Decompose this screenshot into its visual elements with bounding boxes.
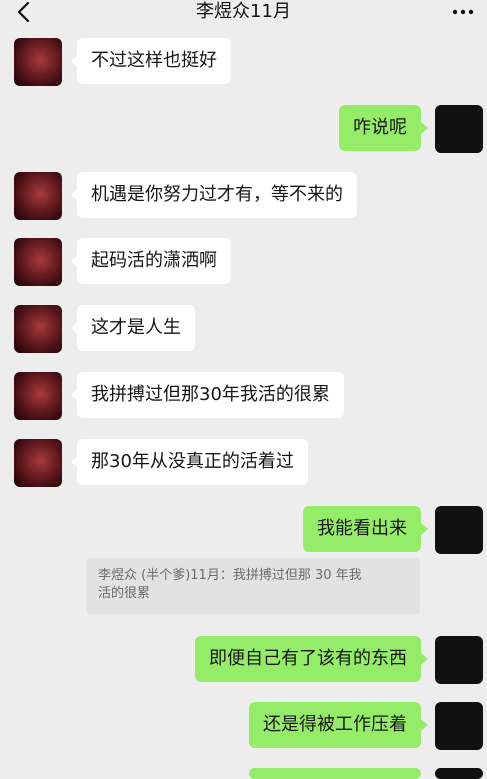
- message-bubble-sent[interactable]: 还是得被工作压着: [249, 702, 421, 748]
- self-avatar[interactable]: [435, 702, 483, 750]
- chat-title: 李煜众11月: [196, 1, 291, 22]
- message-bubble-sent[interactable]: 即便自己有了该有的东西: [195, 636, 421, 682]
- quoted-message[interactable]: 李煜众 (半个爹)11月：我拼搏过但那 30 年我 活的很累: [86, 558, 420, 614]
- message-bubble-received[interactable]: 机遇是你努力过才有，等不来的: [77, 172, 357, 218]
- contact-avatar[interactable]: [14, 439, 62, 487]
- contact-avatar[interactable]: [14, 172, 62, 220]
- self-avatar[interactable]: [435, 636, 483, 684]
- message-bubble-received[interactable]: 这才是人生: [77, 305, 195, 351]
- message-bubble-received[interactable]: 那30年从没真正的活着过: [77, 439, 308, 485]
- message-bubble-received[interactable]: 起码活的潇洒啊: [77, 238, 231, 284]
- contact-avatar[interactable]: [14, 372, 62, 420]
- message-bubble-sent-partial[interactable]: [249, 768, 421, 779]
- quoted-message-line: 活的很累: [98, 586, 151, 601]
- self-avatar[interactable]: [435, 768, 483, 779]
- message-bubble-sent[interactable]: 我能看出来: [303, 506, 421, 552]
- contact-avatar[interactable]: [14, 305, 62, 353]
- message-bubble-received[interactable]: 不过这样也挺好: [77, 38, 231, 84]
- message-bubble-received[interactable]: 我拼搏过但那30年我活的很累: [77, 372, 344, 418]
- contact-avatar[interactable]: [14, 38, 62, 86]
- self-avatar[interactable]: [435, 506, 483, 554]
- contact-avatar[interactable]: [14, 238, 62, 286]
- message-bubble-sent[interactable]: 咋说呢: [339, 105, 421, 151]
- self-avatar[interactable]: [435, 105, 483, 153]
- chat-header: 李煜众11月: [0, 0, 487, 26]
- more-dots-icon[interactable]: [451, 3, 475, 21]
- quoted-message-line: 李煜众 (半个爹)11月：我拼搏过但那 30 年我: [98, 568, 362, 583]
